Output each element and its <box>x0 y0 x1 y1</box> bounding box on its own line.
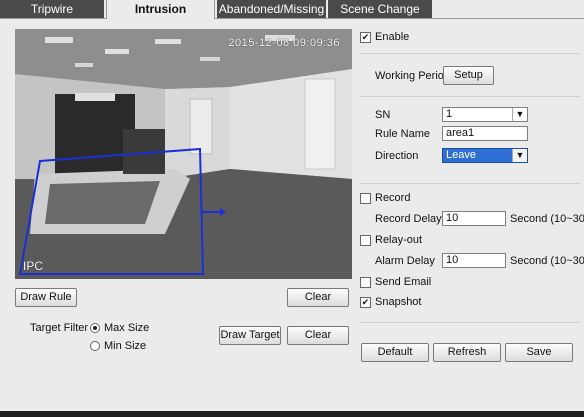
tab-intrusion[interactable]: Intrusion <box>106 0 215 19</box>
setup-button[interactable]: Setup <box>443 66 494 85</box>
tab-abandoned-missing[interactable]: Abandoned/Missing <box>217 0 326 18</box>
rule-name-label: Rule Name <box>375 128 431 140</box>
tab-scene-change[interactable]: Scene Change <box>328 0 432 18</box>
chevron-down-icon: ▼ <box>512 149 527 162</box>
max-size-radio[interactable] <box>90 323 100 333</box>
check-icon: ✔ <box>361 32 370 42</box>
relay-out-label: Relay-out <box>375 234 423 246</box>
sn-select[interactable]: 1 ▼ <box>442 107 528 122</box>
chevron-down-icon: ▼ <box>512 108 527 121</box>
send-email-checkbox[interactable] <box>360 277 371 288</box>
tab-tripwire[interactable]: Tripwire <box>0 0 104 18</box>
tab-divider <box>0 18 106 19</box>
record-delay-label: Record Delay <box>375 213 442 225</box>
direction-label: Direction <box>375 150 419 162</box>
sn-value: 1 <box>446 108 453 120</box>
tab-divider <box>215 18 584 19</box>
record-label: Record <box>375 192 411 204</box>
alarm-delay-input[interactable]: 10 <box>442 253 506 268</box>
divider <box>360 53 580 54</box>
draw-target-button[interactable]: Draw Target <box>219 326 281 345</box>
check-icon: ✔ <box>361 297 370 307</box>
send-email-label: Send Email <box>375 276 432 288</box>
alarm-delay-label: Alarm Delay <box>375 255 435 267</box>
min-size-radio[interactable] <box>90 341 100 351</box>
direction-value: Leave <box>446 149 476 161</box>
osd-timestamp: 2015-12-08 09:09:36 <box>228 37 340 49</box>
tab-bar: Tripwire Intrusion Abandoned/Missing Sce… <box>0 0 584 19</box>
camera-scene <box>15 29 352 279</box>
divider <box>360 96 580 97</box>
enable-label: Enable <box>375 31 410 43</box>
divider <box>360 322 580 323</box>
rule-name-input[interactable]: area1 <box>442 126 528 141</box>
relay-out-checkbox[interactable] <box>360 235 371 246</box>
default-button[interactable]: Default <box>361 343 429 362</box>
working-period-label: Working Period <box>375 70 450 82</box>
clear-rule-button[interactable]: Clear <box>287 288 349 307</box>
min-size-label: Min Size <box>104 340 147 352</box>
divider <box>360 183 580 184</box>
max-size-label: Max Size <box>104 322 150 334</box>
bottom-bar <box>0 411 584 417</box>
sn-label: SN <box>375 109 391 121</box>
snapshot-label: Snapshot <box>375 296 422 308</box>
record-checkbox[interactable] <box>360 193 371 204</box>
record-delay-unit: Second (10~300) <box>510 213 584 225</box>
refresh-button[interactable]: Refresh <box>433 343 501 362</box>
clear-target-button[interactable]: Clear <box>287 326 349 345</box>
alarm-delay-unit: Second (10~300) <box>510 255 584 267</box>
direction-select[interactable]: Leave ▼ <box>442 148 528 163</box>
save-button[interactable]: Save <box>505 343 573 362</box>
video-preview[interactable]: 2015-12-08 09:09:36 IPC <box>15 29 352 279</box>
record-delay-input[interactable]: 10 <box>442 211 506 226</box>
osd-channel-name: IPC <box>23 259 44 273</box>
target-filter-label: Target Filter <box>30 322 89 334</box>
snapshot-checkbox[interactable]: ✔ <box>360 297 371 308</box>
enable-checkbox[interactable]: ✔ <box>360 32 371 43</box>
draw-rule-button[interactable]: Draw Rule <box>15 288 77 307</box>
